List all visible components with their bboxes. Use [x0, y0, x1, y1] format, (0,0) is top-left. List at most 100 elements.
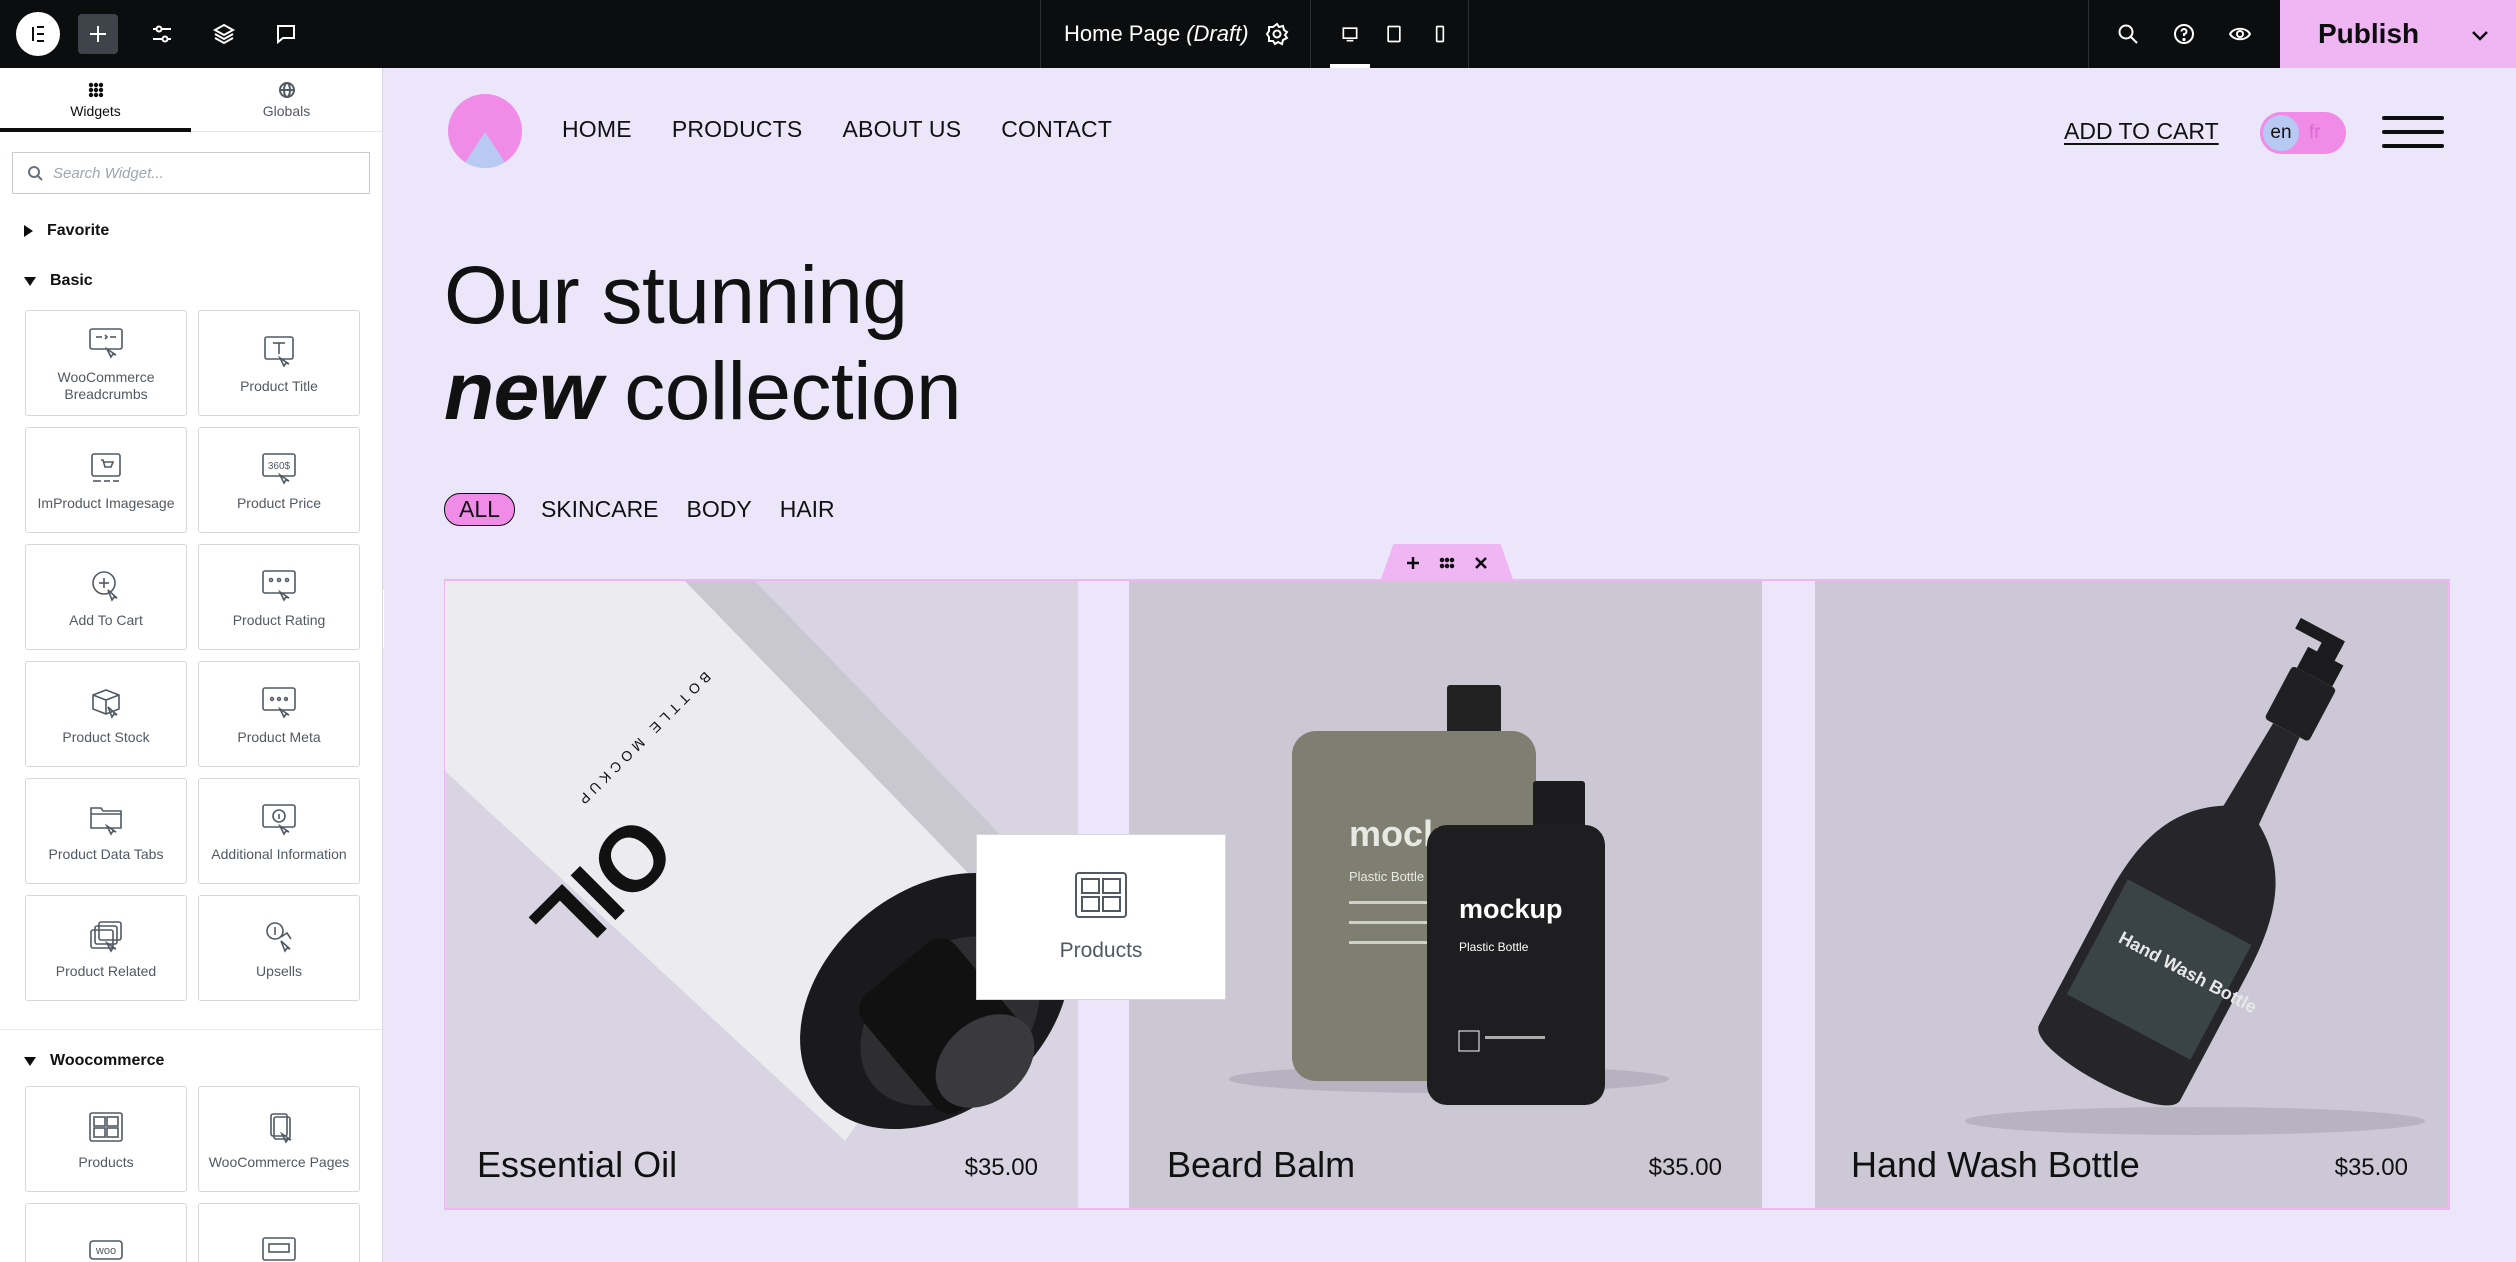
widget-products[interactable]: Products: [25, 1086, 187, 1192]
products-icon: [84, 1108, 128, 1148]
divider: [1468, 0, 1469, 68]
widget-product-price[interactable]: 360$ Product Price: [198, 427, 360, 533]
bottle-sublabel: Plastic Bottle: [1459, 940, 1529, 954]
help-button[interactable]: [2164, 14, 2204, 54]
widget-label: Additional Information: [211, 845, 347, 862]
divider: [1310, 0, 1311, 68]
product-title-icon: [257, 332, 301, 372]
widget-woo[interactable]: woo: [25, 1203, 187, 1262]
editor-top-bar: Home Page (Draft) Publish: [0, 0, 2516, 68]
add-to-cart-link[interactable]: ADD TO CART: [2064, 118, 2219, 145]
desktop-view-button[interactable]: [1330, 14, 1370, 68]
lang-en[interactable]: en: [2263, 115, 2299, 151]
product-stock-icon: [84, 683, 128, 723]
widget-product-rating[interactable]: Product Rating: [198, 544, 360, 650]
widget-additional-information[interactable]: Additional Information: [198, 778, 360, 884]
product-price: $35.00: [1648, 1154, 1722, 1181]
widget-label: Product Data Tabs: [48, 845, 164, 862]
add-to-cart-icon: [84, 566, 128, 606]
widget-product-stock[interactable]: Product Stock: [25, 661, 187, 767]
product-price: $35.00: [964, 1154, 1038, 1181]
notes-button[interactable]: [266, 14, 306, 54]
caret-down-icon: [24, 1056, 36, 1066]
filter-all[interactable]: ALL: [444, 493, 515, 526]
category-filters: ALL SKINCARE BODY HAIR: [444, 493, 863, 526]
document-title[interactable]: Home Page (Draft): [1064, 0, 1289, 68]
upsells-icon: [257, 917, 301, 957]
language-switcher[interactable]: en fr: [2260, 112, 2346, 154]
publish-label: Publish: [2318, 18, 2420, 49]
close-icon[interactable]: [1472, 554, 1490, 572]
search-icon: [28, 166, 43, 181]
filter-body[interactable]: BODY: [687, 496, 752, 523]
publish-button[interactable]: Publish: [2280, 0, 2516, 68]
section-basic[interactable]: Basic: [0, 256, 382, 306]
drag-handle-icon[interactable]: [1438, 554, 1456, 572]
divider: [1040, 0, 1041, 68]
product-card[interactable]: Hand Wash Bottle Hand Wash Bottle $35.00: [1815, 581, 2448, 1208]
widget-upsells[interactable]: Upsells: [198, 895, 360, 1001]
section-title: Woocommerce: [50, 1052, 165, 1069]
page-settings-button[interactable]: [1265, 22, 1289, 46]
site-settings-button[interactable]: [142, 14, 182, 54]
help-icon: [2174, 24, 2194, 44]
section-handle[interactable]: [1380, 544, 1514, 582]
widget-product-rating-alt[interactable]: [198, 1203, 360, 1262]
layers-icon: [212, 23, 236, 45]
elementor-logo-button[interactable]: [16, 12, 60, 56]
widget-label: Product Related: [55, 962, 157, 979]
site-logo[interactable]: [448, 94, 522, 168]
section-woocommerce[interactable]: Woocommerce: [0, 1036, 382, 1086]
woo-icon: woo: [84, 1233, 128, 1262]
menu-icon[interactable]: [2382, 116, 2444, 148]
preview-button[interactable]: [2220, 14, 2260, 54]
search-input[interactable]: [53, 164, 353, 182]
woocommerce-pages-icon: [257, 1108, 301, 1148]
tablet-view-button[interactable]: [1374, 14, 1414, 54]
additional-information-icon: [257, 800, 301, 840]
publish-options-button[interactable]: [2468, 22, 2492, 46]
widget-product-meta[interactable]: Product Meta: [198, 661, 360, 767]
filter-skincare[interactable]: SKINCARE: [541, 496, 659, 523]
document-name: Home Page: [1064, 21, 1181, 46]
widget-label: Product Price: [236, 494, 322, 511]
mobile-view-button[interactable]: [1420, 14, 1460, 54]
nav-about[interactable]: ABOUT US: [842, 116, 961, 143]
nav-products[interactable]: PRODUCTS: [672, 116, 803, 143]
panel-tabs: Widgets Globals: [0, 68, 382, 132]
add-icon[interactable]: [1404, 554, 1422, 572]
price-icon-text: 360$: [268, 461, 291, 472]
breadcrumbs-icon: [84, 323, 128, 363]
widget-woocommerce-breadcrumbs[interactable]: WooCommerce Breadcrumbs: [25, 310, 187, 416]
nav-contact[interactable]: CONTACT: [1001, 116, 1112, 143]
tab-globals[interactable]: Globals: [191, 68, 382, 131]
product-name[interactable]: Essential Oil: [477, 1144, 677, 1186]
product-data-tabs-icon: [84, 800, 128, 840]
preview-canvas: HOME PRODUCTS ABOUT US CONTACT ADD TO CA…: [384, 68, 2516, 1262]
drag-preview-products[interactable]: Products: [976, 834, 1226, 1000]
caret-right-icon: [24, 225, 33, 237]
section-favorite[interactable]: Favorite: [0, 206, 382, 256]
woocommerce-widgets-grid: Products WooCommerce Pages woo: [0, 1086, 382, 1262]
filter-hair[interactable]: HAIR: [780, 496, 835, 523]
product-price: $35.00: [2334, 1154, 2408, 1181]
tab-widgets[interactable]: Widgets: [0, 68, 191, 132]
widget-add-to-cart[interactable]: Add To Cart: [25, 544, 187, 650]
widget-product-related[interactable]: Product Related: [25, 895, 187, 1001]
widget-product-image[interactable]: ImProduct Imagesage: [25, 427, 187, 533]
search-icon: [2118, 24, 2138, 44]
woo-icon-text: woo: [95, 1245, 116, 1257]
widget-woocommerce-pages[interactable]: WooCommerce Pages: [198, 1086, 360, 1192]
product-name[interactable]: Beard Balm: [1167, 1144, 1355, 1186]
lang-fr[interactable]: fr: [2309, 122, 2321, 144]
grid-icon: [88, 82, 103, 97]
product-rating-icon: [257, 566, 301, 606]
add-element-button[interactable]: [78, 14, 118, 54]
widget-search[interactable]: [12, 152, 370, 194]
nav-home[interactable]: HOME: [562, 116, 632, 143]
widget-product-title[interactable]: Product Title: [198, 310, 360, 416]
product-name[interactable]: Hand Wash Bottle: [1851, 1144, 2140, 1186]
widget-product-data-tabs[interactable]: Product Data Tabs: [25, 778, 187, 884]
finder-button[interactable]: [2108, 14, 2148, 54]
structure-button[interactable]: [204, 14, 244, 54]
